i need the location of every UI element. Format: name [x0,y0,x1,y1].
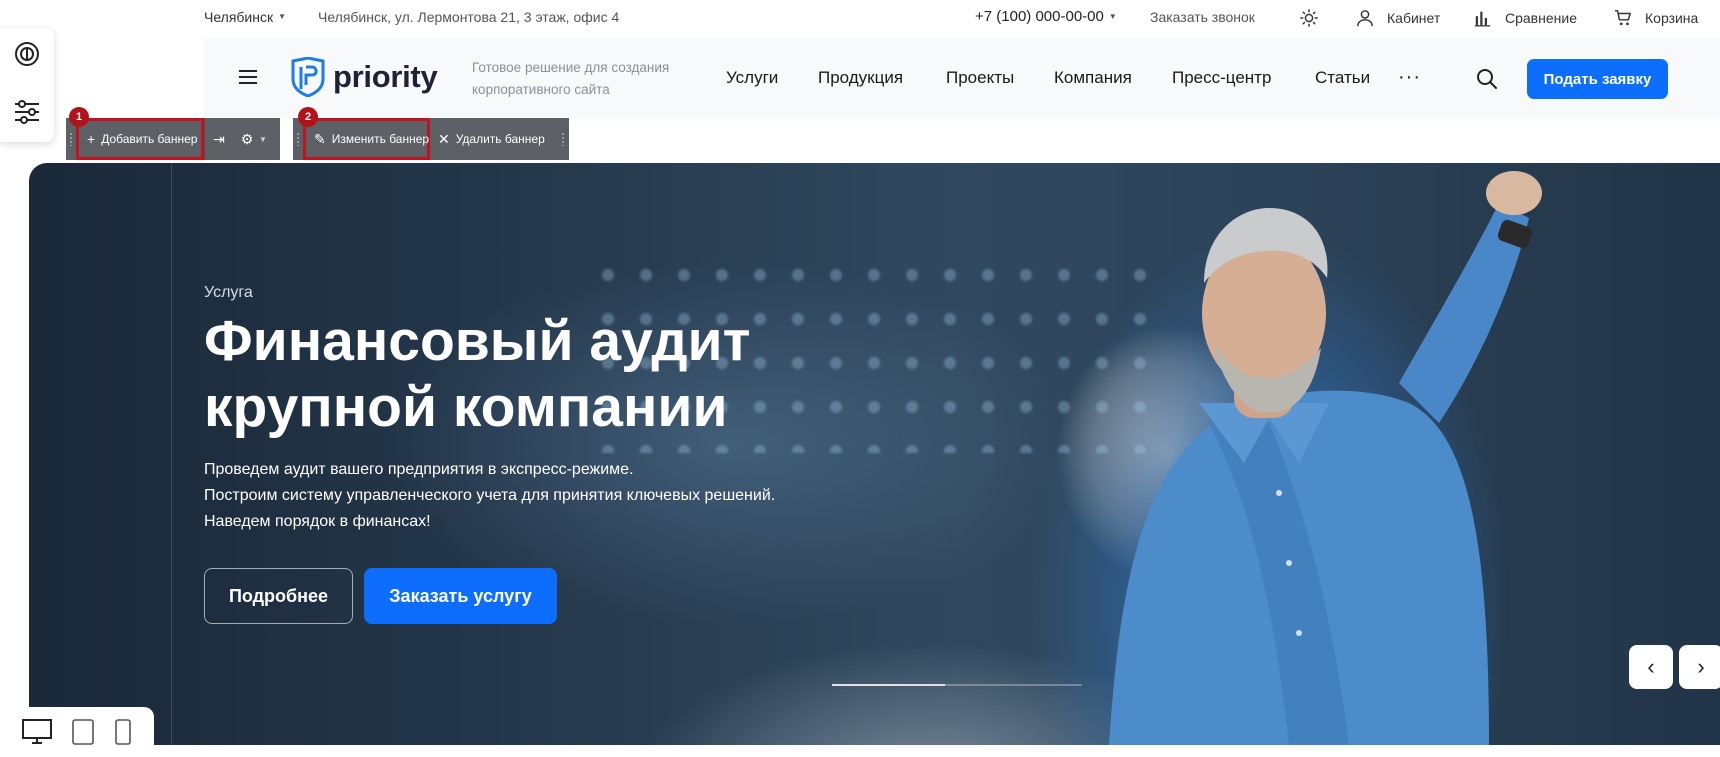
edit-banner-label: Изменить баннер [331,132,430,146]
admin-toolbar-edit: ✎ Изменить баннер ✕ Удалить баннер [293,118,569,160]
tablet-icon[interactable] [72,719,94,745]
submit-request-button[interactable]: Подать заявку [1527,59,1668,99]
chevron-down-icon: ▼ [278,12,287,21]
nav-item-projects[interactable]: Проекты [946,68,1014,88]
close-icon: ✕ [438,131,450,147]
chevron-down-icon[interactable]: ▼ [259,135,267,144]
slider-progress-bar [832,684,1082,686]
nav-item-products[interactable]: Продукция [818,68,903,88]
cabinet-label: Кабинет [1387,10,1441,26]
city-label: Челябинск [204,9,274,25]
delete-banner-label: Удалить баннер [455,132,545,146]
phone-selector[interactable]: +7 (100) 000-00-00 ▼ [975,9,1117,25]
nav-more-button[interactable]: ··· [1398,66,1421,89]
site-tagline: Готовое решение для создания корпоративн… [472,60,670,97]
phone-number: +7 (100) 000-00-00 [975,8,1104,25]
admin-toolbar-add: + Добавить баннер ⇥ ⚙ ▼ [66,118,280,160]
pencil-icon: ✎ [314,131,326,147]
hero-banner: Услуга Финансовый аудит крупной компании… [29,163,1720,745]
cabinet-link[interactable]: Кабинет [1356,9,1440,27]
chevron-down-icon: ▼ [1108,12,1117,21]
mobile-icon[interactable] [115,719,131,745]
cart-label: Корзина [1645,10,1699,26]
banner-desc-line: Проведем аудит вашего предприятия в эксп… [204,461,634,478]
order-service-button[interactable]: Заказать услугу [364,568,557,624]
nav-item-articles[interactable]: Статьи [1315,68,1370,88]
more-details-button[interactable]: Подробнее [204,568,353,624]
top-info-bar: Челябинск ▼ Челябинск, ул. Лермонтова 21… [0,0,1720,34]
city-selector[interactable]: Челябинск ▼ [204,9,286,25]
banner-description: Проведем аудит вашего предприятия в эксп… [204,457,964,535]
user-icon [1356,9,1374,27]
add-banner-button[interactable]: + Добавить баннер [76,118,204,160]
search-icon[interactable] [1476,68,1498,90]
delete-banner-button[interactable]: ✕ Удалить баннер [430,118,558,160]
add-banner-label: Добавить баннер [101,132,198,146]
nav-item-company[interactable]: Компания [1054,68,1132,88]
cart-icon [1614,9,1632,27]
callback-link[interactable]: Заказать звонок [1150,9,1255,25]
desktop-icon[interactable] [22,719,52,745]
nav-item-press[interactable]: Пресс-центр [1172,68,1271,88]
office-address: Челябинск, ул. Лермонтова 21, 3 этаж, оф… [318,9,620,25]
chevron-left-icon: ‹ [1647,654,1655,679]
pin-icon[interactable]: ⇥ [205,118,233,160]
cart-link[interactable]: Корзина [1614,9,1698,27]
sun-icon [1300,9,1318,27]
banner-service-tag: Услуга [204,284,253,301]
logo-text: priority [333,59,438,94]
banner-desc-line: Построим систему управленческого учета д… [204,487,776,504]
compare-label: Сравнение [1505,10,1577,26]
gear-icon[interactable]: ⚙ [233,118,261,160]
slider-progress-fill [832,684,945,686]
step-badge-1: 1 [69,107,89,127]
bitrix-logo-icon[interactable] [13,40,41,68]
chevron-right-icon: › [1697,654,1705,679]
theme-toggle[interactable] [1300,9,1326,27]
step-badge-2: 2 [298,107,318,127]
settings-sliders-icon[interactable] [13,98,41,126]
site-logo[interactable]: priority [291,57,438,97]
editor-side-panel [0,28,54,142]
plus-icon: + [87,131,96,147]
banner-person-image [1109,171,1542,745]
edit-banner-button[interactable]: ✎ Изменить баннер [303,118,430,160]
drag-handle[interactable] [558,118,568,160]
nav-item-services[interactable]: Услуги [726,68,778,88]
priority-logo-icon [291,57,325,97]
banner-desc-line: Наведем порядок в финансах! [204,513,431,530]
chart-icon [1474,9,1492,27]
slider-next-button[interactable]: › [1679,645,1720,689]
banner-divider [171,163,172,745]
slider-prev-button[interactable]: ‹ [1629,645,1673,689]
menu-icon[interactable] [239,70,257,84]
compare-link[interactable]: Сравнение [1474,9,1577,27]
banner-title: Финансовый аудит крупной компании [204,309,751,439]
device-preview-switcher [0,707,154,757]
